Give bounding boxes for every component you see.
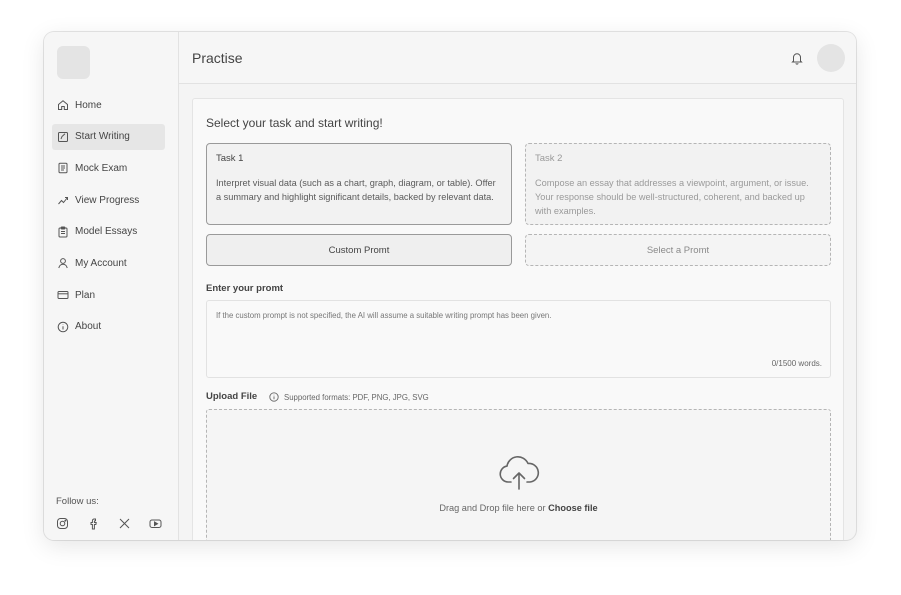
info-icon <box>57 321 69 333</box>
sidebar-item-mock-exam[interactable]: Mock Exam <box>52 155 165 181</box>
sidebar-item-label: Home <box>75 99 102 111</box>
social-links <box>56 517 162 530</box>
top-bar: Practise <box>179 32 856 84</box>
trend-icon <box>58 197 68 205</box>
bell-icon[interactable] <box>790 51 804 65</box>
sidebar-item-my-account[interactable]: My Account <box>52 250 165 276</box>
sidebar-item-home[interactable]: Home <box>52 92 165 118</box>
instagram-icon[interactable] <box>56 517 69 530</box>
drop-instructions: Drag and Drop file here or Choose file <box>207 503 830 513</box>
task-name: Task 2 <box>535 153 563 164</box>
prompt-label: Enter your promt <box>206 283 284 294</box>
follow-us-label: Follow us: <box>56 496 99 507</box>
word-counter: 0/1500 words. <box>771 359 822 368</box>
select-prompt-button[interactable]: Select a Promt <box>525 234 831 266</box>
sidebar-item-about[interactable]: About <box>52 314 165 340</box>
user-icon <box>58 258 68 269</box>
sidebar-item-start-writing[interactable]: Start Writing <box>52 123 165 150</box>
facebook-icon[interactable] <box>87 517 100 530</box>
sidebar-item-plan[interactable]: Plan <box>52 282 165 308</box>
supported-formats: Supported formats: PDF, PNG, JPG, SVG <box>269 392 429 402</box>
sidebar-item-label: My Account <box>75 257 127 269</box>
task-1-card[interactable]: Task 1 Interpret visual data (such as a … <box>206 143 512 225</box>
writing-panel: Select your task and start writing! Task… <box>192 98 844 540</box>
sidebar-item-label: Start Writing <box>75 131 130 143</box>
sidebar-item-view-progress[interactable]: View Progress <box>52 187 165 213</box>
upload-label: Upload File <box>206 391 258 402</box>
custom-prompt-button[interactable]: Custom Promt <box>206 234 512 266</box>
prompt-input[interactable]: If the custom prompt is not specified, t… <box>206 300 831 378</box>
task-description: Compose an essay that addresses a viewpo… <box>535 178 809 216</box>
file-drop-zone[interactable]: Drag and Drop file here or Choose file <box>206 409 831 540</box>
section-heading: Select your task and start writing! <box>206 116 383 130</box>
choose-file-link[interactable]: Choose file <box>548 503 598 513</box>
clipboard-icon <box>58 226 68 238</box>
prompt-placeholder: If the custom prompt is not specified, t… <box>216 311 552 320</box>
logo[interactable] <box>57 46 90 79</box>
home-icon <box>58 100 68 110</box>
sidebar-nav: Home Start Writing Mock Exam View Progre… <box>52 92 165 346</box>
task-description: Interpret visual data (such as a chart, … <box>216 178 496 202</box>
sidebar-item-model-essays[interactable]: Model Essays <box>52 219 165 245</box>
task-2-card[interactable]: Task 2 Compose an essay that addresses a… <box>525 143 831 225</box>
sidebar-item-label: Plan <box>75 289 96 301</box>
sidebar-item-label: Mock Exam <box>75 162 128 174</box>
cloud-upload-icon <box>499 455 540 490</box>
drop-text: Drag and Drop file here or <box>439 503 546 513</box>
page-title: Practise <box>192 50 243 66</box>
document-icon <box>58 163 68 174</box>
app-window: Home Start Writing Mock Exam View Progre… <box>44 32 856 540</box>
formats-text: Supported formats: PDF, PNG, JPG, SVG <box>284 392 429 402</box>
sidebar: Home Start Writing Mock Exam View Progre… <box>44 32 179 540</box>
sidebar-item-label: View Progress <box>75 194 140 206</box>
avatar[interactable] <box>817 44 845 72</box>
card-icon <box>57 291 69 300</box>
info-icon <box>269 392 279 402</box>
edit-icon <box>58 131 68 142</box>
sidebar-item-label: About <box>75 321 102 333</box>
x-icon[interactable] <box>118 517 131 530</box>
youtube-icon[interactable] <box>149 517 162 530</box>
task-name: Task 1 <box>216 153 244 164</box>
sidebar-item-label: Model Essays <box>75 226 138 238</box>
